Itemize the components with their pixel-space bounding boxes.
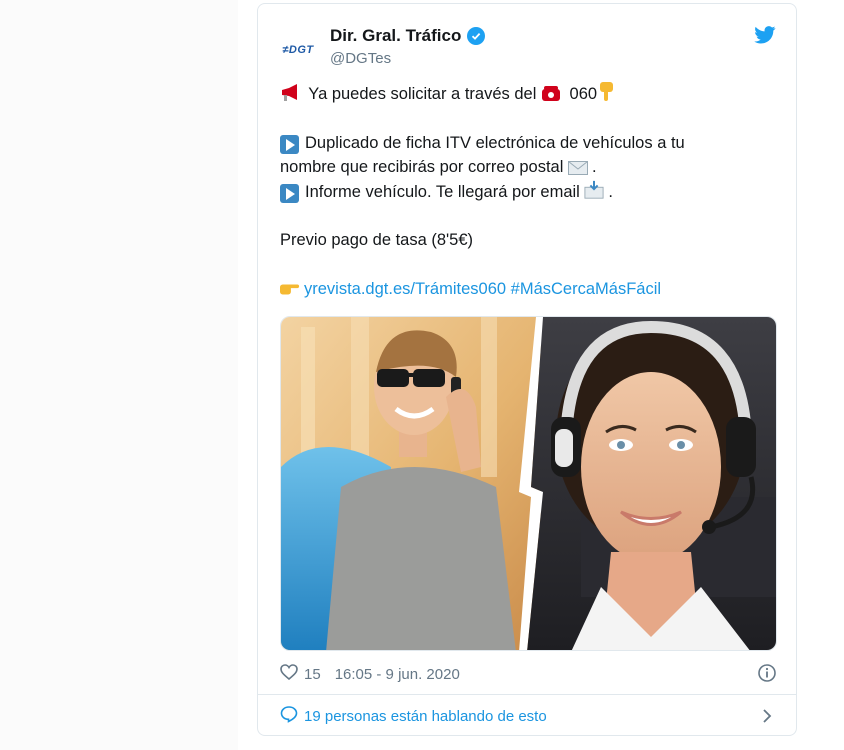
tweet-line-4: Informe vehículo. Te llegará por email . bbox=[280, 180, 780, 205]
envelope-arrow-icon bbox=[584, 180, 604, 200]
line-2-text: Duplicado de ficha ITV electrónica de ve… bbox=[305, 133, 685, 152]
tweet-line-2: Duplicado de ficha ITV electrónica de ve… bbox=[280, 131, 780, 156]
line-1-text: Ya puedes solicitar a través del bbox=[304, 85, 541, 103]
tweet-photo bbox=[281, 317, 776, 650]
point-down-icon bbox=[597, 82, 617, 102]
tweet-text: Ya puedes solicitar a través del 060 Dup… bbox=[280, 82, 780, 301]
author-name[interactable]: Dir. Gral. Tráfico bbox=[330, 26, 461, 46]
tweet-image[interactable] bbox=[280, 316, 777, 651]
play-button-icon bbox=[280, 135, 299, 154]
author-name-row[interactable]: Dir. Gral. Tráfico bbox=[330, 26, 486, 46]
tweet-hashtag[interactable]: #MásCercaMásFácil bbox=[511, 280, 661, 298]
tweet-line-1: Ya puedes solicitar a través del 060 bbox=[280, 82, 780, 107]
point-right-icon bbox=[280, 279, 300, 299]
left-blank-pane bbox=[0, 0, 238, 750]
line-1-number: 060 bbox=[564, 85, 598, 103]
tweet-link[interactable]: yrevista.dgt.es/Trámites060 bbox=[304, 280, 506, 298]
tweet-line-3: nombre que recibirás por correo postal . bbox=[280, 155, 780, 180]
speech-bubble-icon bbox=[280, 705, 298, 727]
envelope-icon bbox=[567, 158, 588, 178]
tweet-meta: 15 16:05 - 9 jun. 2020 bbox=[280, 662, 776, 686]
heart-icon[interactable] bbox=[280, 664, 298, 684]
avatar[interactable]: ≠DGT bbox=[278, 30, 318, 70]
play-button-icon bbox=[280, 184, 299, 203]
footer-divider bbox=[258, 694, 796, 695]
megaphone-icon bbox=[280, 83, 300, 103]
line-3-text: nombre que recibirás por correo postal bbox=[280, 158, 568, 176]
line-4-text: Informe vehículo. Te llegará por email bbox=[305, 182, 585, 201]
twitter-bird-icon[interactable] bbox=[754, 26, 776, 49]
tweet-header: ≠DGT Dir. Gral. Tráfico @DGTes bbox=[278, 24, 776, 74]
line-4-end: . bbox=[608, 182, 614, 201]
avatar-logo-text: ≠DGT bbox=[282, 44, 314, 56]
like-count[interactable]: 15 bbox=[304, 666, 321, 683]
author-handle[interactable]: @DGTes bbox=[330, 50, 391, 67]
tweet-line-5: Previo pago de tasa (8'5€) bbox=[280, 231, 474, 249]
embedded-tweet-card[interactable]: ≠DGT Dir. Gral. Tráfico @DGTes Ya puedes… bbox=[257, 3, 797, 736]
tweet-timestamp[interactable]: 16:05 - 9 jun. 2020 bbox=[335, 666, 460, 683]
chevron-right-icon[interactable] bbox=[762, 708, 772, 728]
info-icon[interactable] bbox=[758, 664, 776, 686]
telephone-icon bbox=[541, 84, 561, 104]
conversation-text[interactable]: 19 personas están hablando de esto bbox=[304, 708, 547, 725]
conversation-link[interactable]: 19 personas están hablando de esto bbox=[280, 704, 776, 728]
tweet-line-6: yrevista.dgt.es/Trámites060 #MásCercaMás… bbox=[280, 277, 780, 302]
line-3-end: . bbox=[591, 158, 597, 176]
verified-badge-icon bbox=[467, 27, 486, 45]
